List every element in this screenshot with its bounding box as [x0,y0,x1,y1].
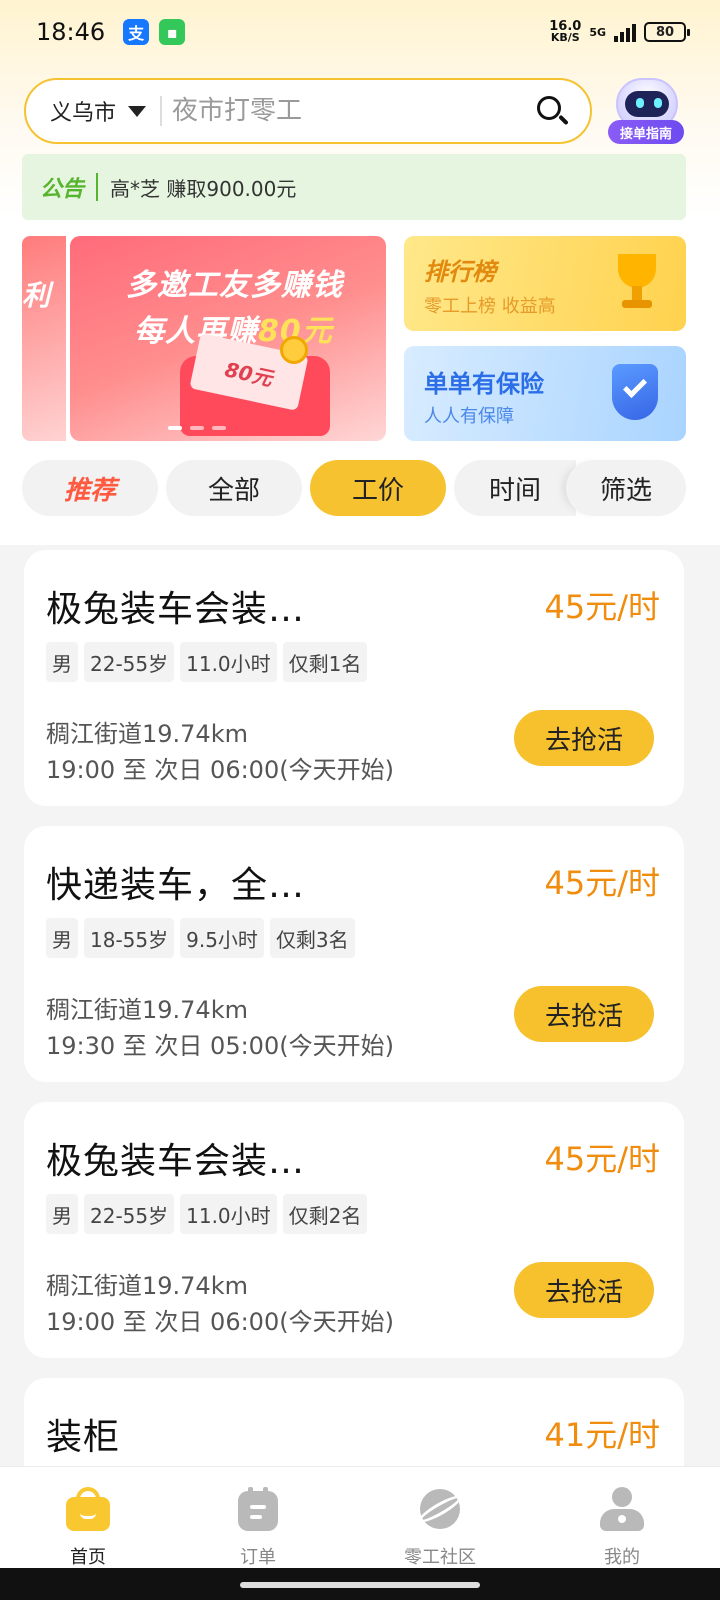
duration-tag: 9.5小时 [180,918,264,958]
alipay-icon: 支 [123,19,150,45]
banner-title: 多邀工友多赚钱 [126,268,343,303]
insurance-title: 单单有保险 [424,370,544,398]
job-card[interactable]: 极兔装车会装… 45元/时 男 22-55岁 11.0小时 仅剩2名 稠江街道1… [24,1102,684,1358]
nav-orders-label: 订单 [240,1547,276,1568]
shield-check-icon [602,360,666,430]
job-tags: 男 22-55岁 11.0小时 仅剩2名 [46,1194,368,1234]
search-icon[interactable] [534,93,570,129]
grab-job-button[interactable]: 去抢活 [514,986,654,1042]
job-time: 19:00 至 次日 06:00(今天开始) [46,756,394,784]
grab-job-button[interactable]: 去抢活 [514,1262,654,1318]
job-title: 极兔装车会装… [46,1141,306,1182]
trophy-icon [612,254,662,314]
age-tag: 22-55岁 [84,642,175,682]
tab-price[interactable]: 工价 [310,460,446,516]
age-tag: 22-55岁 [84,1194,175,1234]
duration-tag: 11.0小时 [180,642,277,682]
home-indicator[interactable] [240,1582,480,1588]
announcement-bar[interactable]: 公告 高*芝 赚取900.00元 [22,154,686,220]
tab-time[interactable]: 时间 [454,460,576,516]
city-selector[interactable]: 义乌市 [50,95,116,127]
filter-button[interactable]: 筛选 [566,460,686,516]
order-guide-label: 接单指南 [608,120,684,144]
job-time: 19:30 至 次日 05:00(今天开始) [46,1032,394,1060]
job-location: 稠江街道19.74km [46,996,248,1024]
orders-icon [236,1487,280,1531]
caret-down-icon[interactable] [128,105,147,117]
job-time: 19:00 至 次日 06:00(今天开始) [46,1308,394,1336]
insurance-card[interactable]: 单单有保险 人人有保障 [404,346,686,441]
job-location: 稠江街道19.74km [46,720,248,748]
planet-icon [416,1487,464,1531]
nav-me[interactable]: 我的 [562,1467,682,1569]
previous-banner[interactable]: 利 [22,236,66,441]
leaderboard-subtitle: 零工上榜 收益高 [424,296,556,317]
remaining-tag: 仅剩2名 [282,1194,368,1234]
signal-5g-label: 5G [589,25,606,39]
search-divider [160,96,163,126]
gender-tag: 男 [46,642,78,682]
grab-job-button[interactable]: 去抢活 [514,710,654,766]
job-location: 稠江街道19.74km [46,1272,248,1300]
job-card[interactable]: 极兔装车会装… 45元/时 男 22-55岁 11.0小时 仅剩1名 稠江街道1… [24,550,684,806]
coin-icon [280,336,308,364]
nav-community[interactable]: 零工社区 [380,1467,500,1569]
nav-community-label: 零工社区 [404,1547,476,1568]
network-speed: 16.0 KB/S [549,19,582,44]
order-guide-robot-button[interactable]: 接单指南 [608,74,688,148]
announcement-text: 高*芝 赚取900.00元 [110,176,297,201]
job-tags: 男 18-55岁 9.5小时 仅剩3名 [46,918,355,958]
announcement-divider [96,173,99,201]
duration-tag: 11.0小时 [180,1194,277,1234]
signal-icon [614,22,636,42]
job-title: 快递装车，全… [46,865,306,906]
app-notification-icon: ▪ [159,19,186,45]
home-bag-icon [66,1487,110,1531]
gender-tag: 男 [46,918,78,958]
job-price: 45元/时 [544,1140,660,1178]
job-tags: 男 22-55岁 11.0小时 仅剩1名 [46,642,368,682]
carousel-indicator [168,426,226,430]
nav-home-label: 首页 [70,1547,106,1568]
tab-recommend[interactable]: 推荐 [22,460,158,516]
job-card[interactable]: 快递装车，全… 45元/时 男 18-55岁 9.5小时 仅剩3名 稠江街道19… [24,826,684,1082]
job-price: 45元/时 [544,588,660,626]
leaderboard-title: 排行榜 [424,258,496,286]
remaining-tag: 仅剩3名 [269,918,355,958]
job-title: 装柜 [46,1417,121,1458]
age-tag: 18-55岁 [84,918,175,958]
bottom-navigation: 首页 订单 零工社区 我的 [0,1466,720,1568]
status-bar: 18:46 支 ▪ 16.0 KB/S 5G 80 [0,0,720,64]
profile-icon [600,1487,644,1531]
gender-tag: 男 [46,1194,78,1234]
nav-orders[interactable]: 订单 [198,1467,318,1569]
tab-all[interactable]: 全部 [166,460,302,516]
filter-tabs: 推荐 全部 工价 时间 筛选 [22,460,720,518]
announcement-tag: 公告 [40,177,85,202]
status-time: 18:46 [36,18,106,46]
leaderboard-card[interactable]: 排行榜 零工上榜 收益高 [404,236,686,331]
search-input[interactable] [172,96,534,126]
remaining-tag: 仅剩1名 [282,642,368,682]
search-bar: 义乌市 [24,78,592,144]
battery-icon: 80 [644,22,690,42]
job-price: 41元/时 [544,1416,660,1454]
insurance-subtitle: 人人有保障 [424,406,514,427]
invite-banner[interactable]: 多邀工友多赚钱 每人再赚80元 80元 [70,236,386,441]
nav-home[interactable]: 首页 [28,1467,148,1569]
job-price: 45元/时 [544,864,660,902]
nav-me-label: 我的 [604,1547,640,1568]
job-title: 极兔装车会装… [46,589,306,630]
